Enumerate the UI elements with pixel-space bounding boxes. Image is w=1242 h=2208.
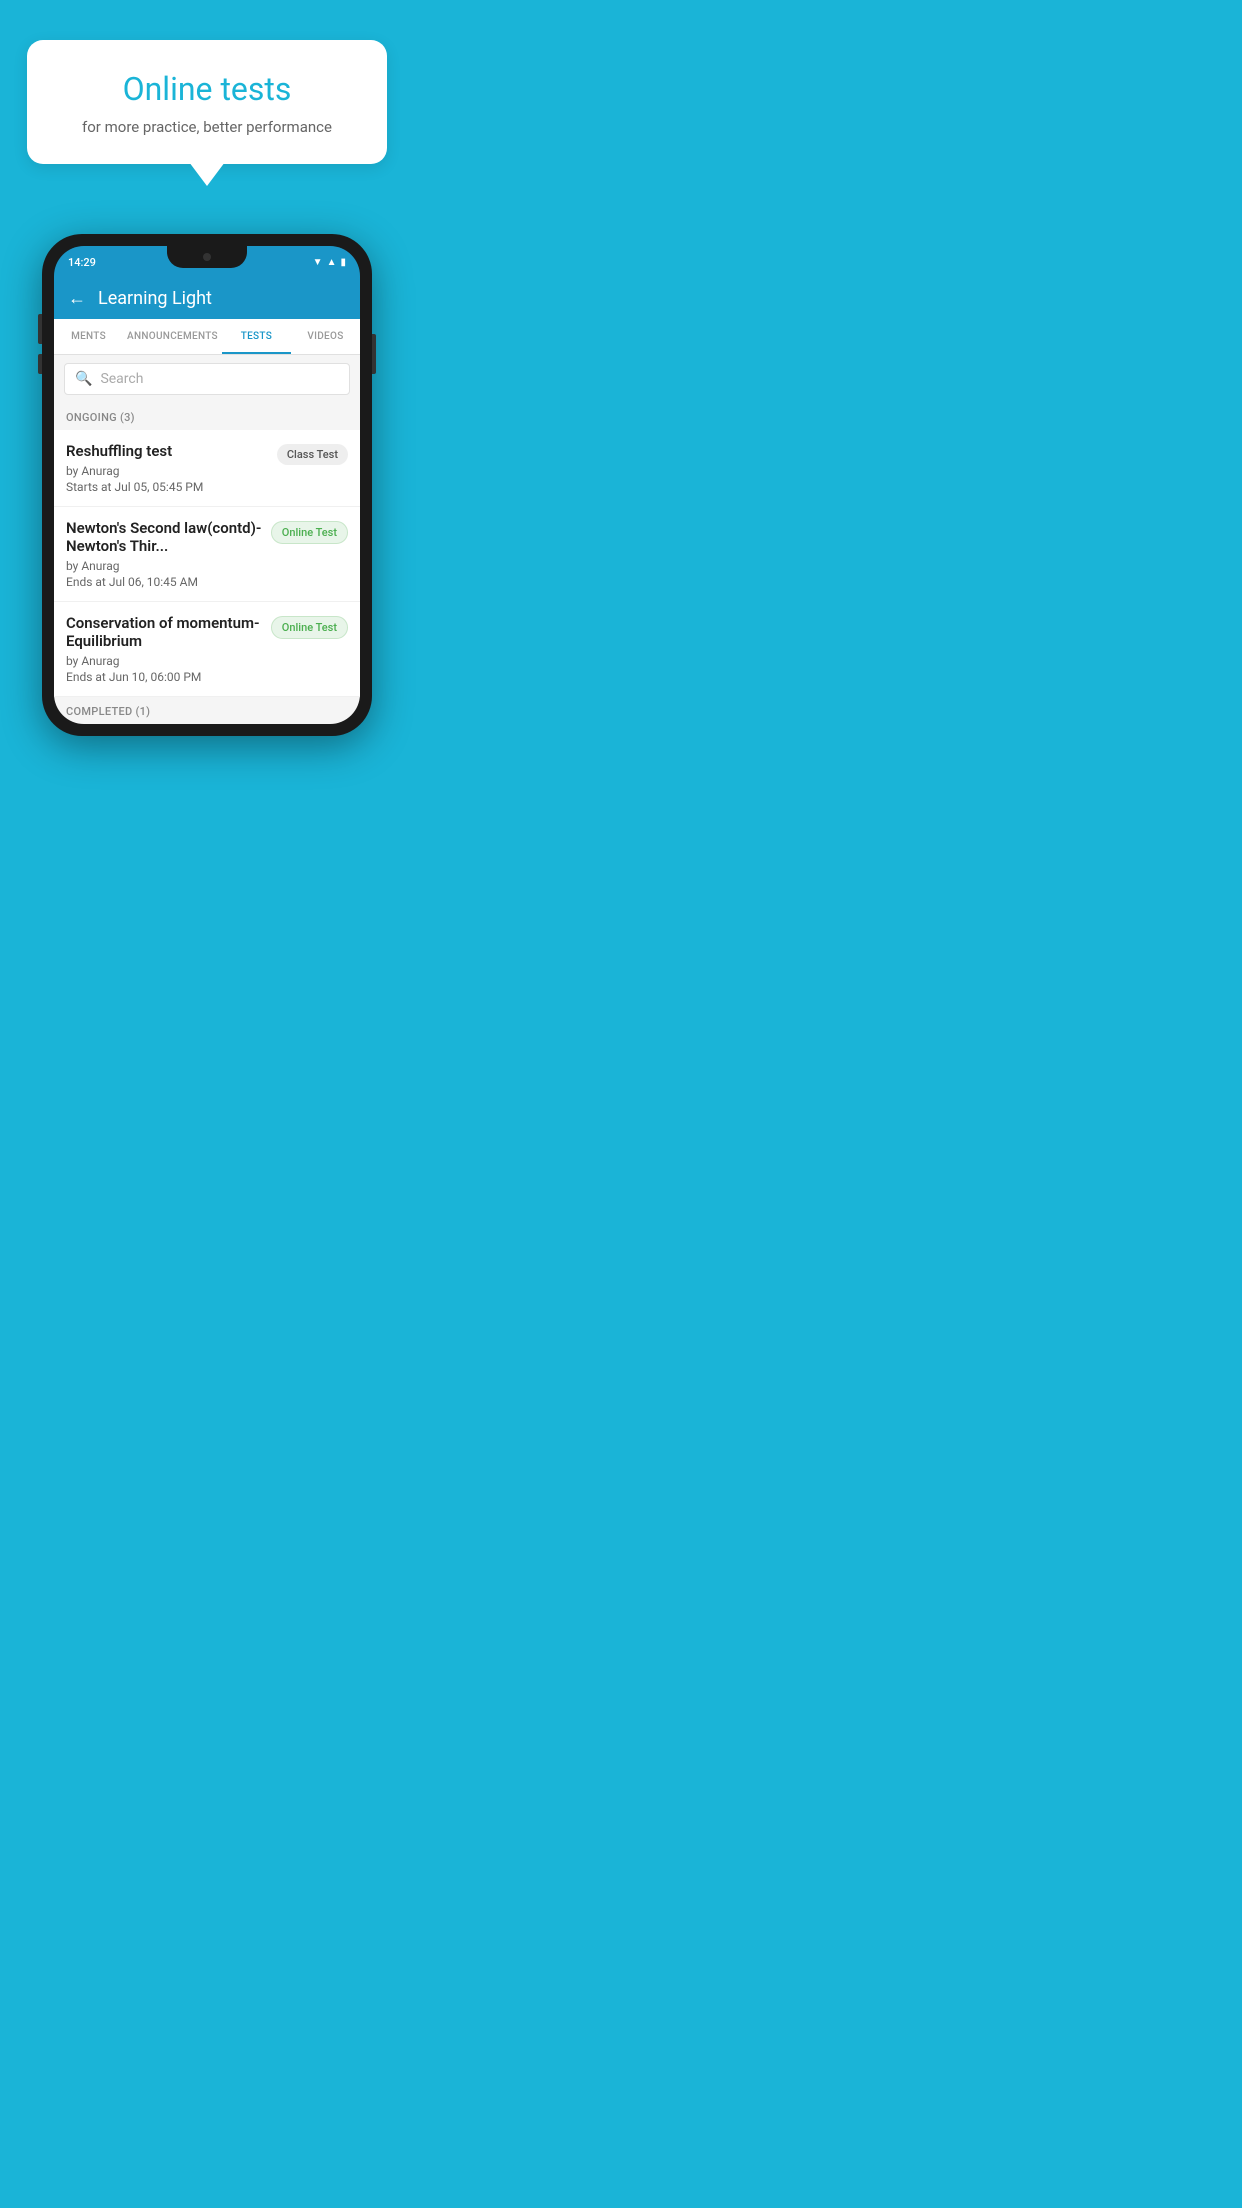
- test-name-2: Newton's Second law(contd)-Newton's Thir…: [66, 519, 263, 555]
- test-item-2[interactable]: Newton's Second law(contd)-Newton's Thir…: [54, 507, 360, 602]
- test-date-3: Ends at Jun 10, 06:00 PM: [66, 670, 263, 684]
- speech-bubble-section: Online tests for more practice, better p…: [0, 0, 414, 194]
- search-icon: 🔍: [75, 371, 92, 387]
- battery-icon: ▮: [340, 257, 346, 268]
- test-item-3[interactable]: Conservation of momentum-Equilibrium by …: [54, 602, 360, 697]
- test-item-1[interactable]: Reshuffling test by Anurag Starts at Jul…: [54, 430, 360, 507]
- test-date-2: Ends at Jul 06, 10:45 AM: [66, 575, 263, 589]
- signal-icon: ▲: [327, 257, 337, 268]
- test-date-1: Starts at Jul 05, 05:45 PM: [66, 480, 269, 494]
- volume-button-1: [38, 314, 42, 344]
- tab-ments[interactable]: MENTS: [54, 319, 123, 354]
- phone-screen: 14:29 ▼ ▲ ▮ ← Learning Light MENTS: [54, 246, 360, 724]
- test-name-3: Conservation of momentum-Equilibrium: [66, 614, 263, 650]
- test-name-1: Reshuffling test: [66, 442, 269, 460]
- app-header: ← Learning Light: [54, 278, 360, 319]
- tab-videos[interactable]: VIDEOS: [291, 319, 360, 354]
- test-author-1: by Anurag: [66, 464, 269, 478]
- test-badge-1: Class Test: [277, 444, 348, 465]
- tab-tests[interactable]: TESTS: [222, 319, 291, 354]
- section-completed-header: COMPLETED (1): [54, 697, 360, 724]
- app-title: Learning Light: [98, 288, 212, 309]
- search-input-wrapper[interactable]: 🔍 Search: [64, 363, 350, 395]
- volume-button-2: [38, 354, 42, 374]
- status-icons: ▼ ▲ ▮: [313, 257, 346, 268]
- search-container: 🔍 Search: [54, 355, 360, 403]
- test-item-info-2: Newton's Second law(contd)-Newton's Thir…: [66, 519, 263, 589]
- test-item-info-1: Reshuffling test by Anurag Starts at Jul…: [66, 442, 269, 494]
- notch: [167, 246, 247, 268]
- camera: [203, 253, 211, 261]
- tabs-container: MENTS ANNOUNCEMENTS TESTS VIDEOS: [54, 319, 360, 355]
- test-author-3: by Anurag: [66, 654, 263, 668]
- search-placeholder: Search: [100, 371, 143, 387]
- tab-announcements[interactable]: ANNOUNCEMENTS: [123, 319, 222, 354]
- section-ongoing-header: ONGOING (3): [54, 403, 360, 430]
- test-badge-3: Online Test: [271, 616, 348, 639]
- test-item-info-3: Conservation of momentum-Equilibrium by …: [66, 614, 263, 684]
- phone-wrapper: 14:29 ▼ ▲ ▮ ← Learning Light MENTS: [0, 234, 414, 736]
- content-area: ONGOING (3) Reshuffling test by Anurag S…: [54, 403, 360, 724]
- phone-frame: 14:29 ▼ ▲ ▮ ← Learning Light MENTS: [42, 234, 372, 736]
- bubble-subtitle: for more practice, better performance: [57, 118, 357, 136]
- test-author-2: by Anurag: [66, 559, 263, 573]
- power-button: [372, 334, 376, 374]
- status-time: 14:29: [68, 256, 96, 269]
- wifi-icon: ▼: [313, 257, 323, 268]
- speech-bubble: Online tests for more practice, better p…: [27, 40, 387, 164]
- bubble-title: Online tests: [57, 70, 357, 108]
- back-button[interactable]: ←: [68, 288, 86, 309]
- status-bar: 14:29 ▼ ▲ ▮: [54, 246, 360, 278]
- test-badge-2: Online Test: [271, 521, 348, 544]
